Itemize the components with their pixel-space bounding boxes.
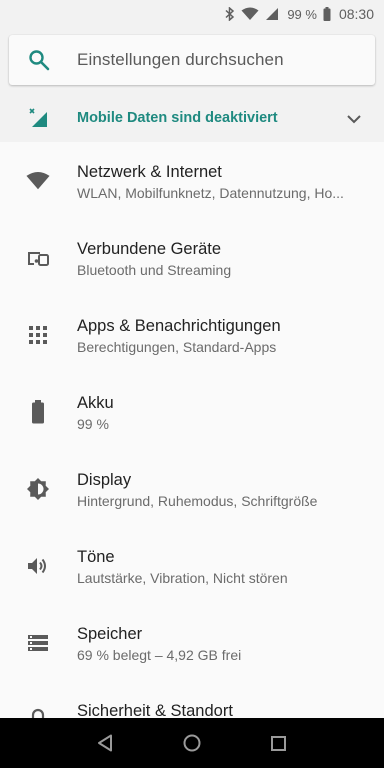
item-title: Display xyxy=(77,471,132,489)
settings-item-battery[interactable]: Akku 99 % xyxy=(0,373,384,450)
wifi-icon xyxy=(26,169,50,193)
item-title: Apps & Benachrichtigungen xyxy=(77,317,281,335)
item-subtitle: Lautstärke, Vibration, Nicht stören xyxy=(77,570,288,586)
search-placeholder: Einstellungen durchsuchen xyxy=(77,50,284,69)
recents-icon[interactable] xyxy=(259,723,299,763)
status-bar: 99 % 08:30 xyxy=(0,0,384,28)
item-subtitle: Hintergrund, Ruhemodus, Schriftgröße xyxy=(77,493,318,509)
settings-item-apps[interactable]: Apps & Benachrichtigungen Berechtigungen… xyxy=(0,296,384,373)
settings-item-storage[interactable]: Speicher 69 % belegt – 4,92 GB frei xyxy=(0,604,384,681)
battery-icon xyxy=(323,7,331,21)
battery-percent: 99 % xyxy=(287,6,317,22)
settings-item-connected-devices[interactable]: Verbundene Geräte Bluetooth und Streamin… xyxy=(0,219,384,296)
clock: 08:30 xyxy=(338,6,374,22)
item-subtitle: Bluetooth und Streaming xyxy=(77,262,232,278)
signal-icon xyxy=(265,7,279,21)
chevron-down-icon[interactable] xyxy=(344,109,364,129)
item-title: Akku xyxy=(77,394,114,412)
settings-item-sound[interactable]: Töne Lautstärke, Vibration, Nicht stören xyxy=(0,527,384,604)
item-subtitle: WLAN, Mobilfunknetz, Datennutzung, Ho... xyxy=(77,185,344,201)
item-title: Verbundene Geräte xyxy=(77,240,222,258)
settings-list: Netzwerk & Internet WLAN, Mobilfunknetz,… xyxy=(0,142,384,718)
navigation-bar xyxy=(0,718,384,768)
battery-icon xyxy=(26,400,50,424)
devices-icon xyxy=(26,246,50,270)
storage-icon xyxy=(26,631,50,655)
settings-item-security[interactable]: Sicherheit & Standort xyxy=(0,681,384,718)
mobile-data-condition[interactable]: Mobile Daten sind deaktiviert xyxy=(0,96,384,142)
bluetooth-icon xyxy=(225,7,235,21)
search-icon xyxy=(27,48,51,72)
mobile-data-off-icon xyxy=(28,107,50,129)
item-title: Netzwerk & Internet xyxy=(77,163,222,181)
home-icon[interactable] xyxy=(172,723,212,763)
search-bar[interactable]: Einstellungen durchsuchen xyxy=(9,35,375,85)
item-subtitle: 99 % xyxy=(77,416,109,432)
volume-icon xyxy=(26,554,50,578)
item-title: Töne xyxy=(77,548,115,566)
lock-icon xyxy=(26,708,50,718)
item-subtitle: 69 % belegt – 4,92 GB frei xyxy=(77,647,242,663)
item-subtitle: Berechtigungen, Standard-Apps xyxy=(77,339,277,355)
wifi-icon xyxy=(241,7,259,21)
back-icon[interactable] xyxy=(85,723,125,763)
apps-grid-icon xyxy=(26,323,50,347)
item-title: Sicherheit & Standort xyxy=(77,702,233,718)
settings-item-display[interactable]: Display Hintergrund, Ruhemodus, Schriftg… xyxy=(0,450,384,527)
condition-text: Mobile Daten sind deaktiviert xyxy=(77,110,278,126)
item-title: Speicher xyxy=(77,625,143,643)
brightness-icon xyxy=(26,477,50,501)
settings-item-network[interactable]: Netzwerk & Internet WLAN, Mobilfunknetz,… xyxy=(0,142,384,219)
